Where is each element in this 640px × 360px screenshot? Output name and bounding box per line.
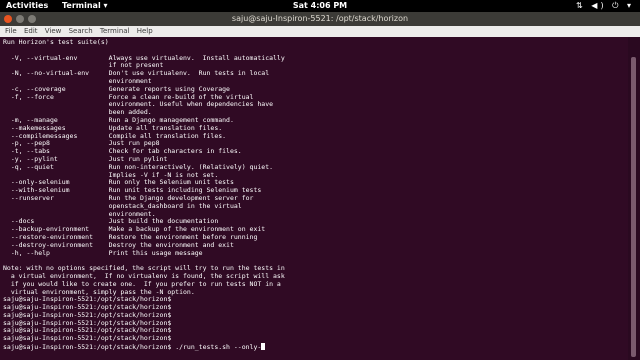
terminal-output[interactable]: Run Horizon's test suite(s) -V, --virtua… — [0, 37, 628, 360]
window-title: saju@saju-Inspiron-5521: /opt/stack/hori… — [231, 14, 409, 23]
command-input[interactable]: ./run_tests.sh --only- — [175, 343, 261, 351]
terminal-line: saju@saju-Inspiron-5521:/opt/stack/horiz… — [3, 334, 172, 343]
menu-search[interactable]: Search — [69, 27, 93, 35]
menu-terminal[interactable]: Terminal — [100, 27, 130, 35]
system-tray-icons[interactable]: ⇅ ◀) ⏻ ▾ — [576, 1, 634, 11]
menu-file[interactable]: File — [5, 27, 17, 35]
clock[interactable]: Sat 4:06 PM — [0, 1, 640, 10]
text-cursor — [261, 343, 266, 351]
current-command-line[interactable]: saju@saju-Inspiron-5521:/opt/stack/horiz… — [3, 343, 628, 351]
window-titlebar[interactable]: saju@saju-Inspiron-5521: /opt/stack/hori… — [0, 12, 640, 26]
terminal-line: -h, --help Print this usage message — [3, 248, 203, 257]
menu-help[interactable]: Help — [137, 27, 153, 35]
menu-bar: File Edit View Search Terminal Help — [0, 26, 640, 37]
terminal-lines: Run Horizon's test suite(s) -V, --virtua… — [3, 38, 628, 343]
menu-edit[interactable]: Edit — [24, 27, 38, 35]
prompt: saju@saju-Inspiron-5521:/opt/stack/horiz… — [3, 343, 176, 352]
top-panel: Activities Terminal ▾ Sat 4:06 PM ⇅ ◀) ⏻… — [0, 0, 640, 12]
scrollbar-thumb[interactable] — [631, 57, 636, 357]
terminal-scrollbar[interactable] — [628, 37, 640, 360]
menu-view[interactable]: View — [45, 27, 62, 35]
terminal-line: Run Horizon's test suite(s) — [3, 38, 109, 46]
